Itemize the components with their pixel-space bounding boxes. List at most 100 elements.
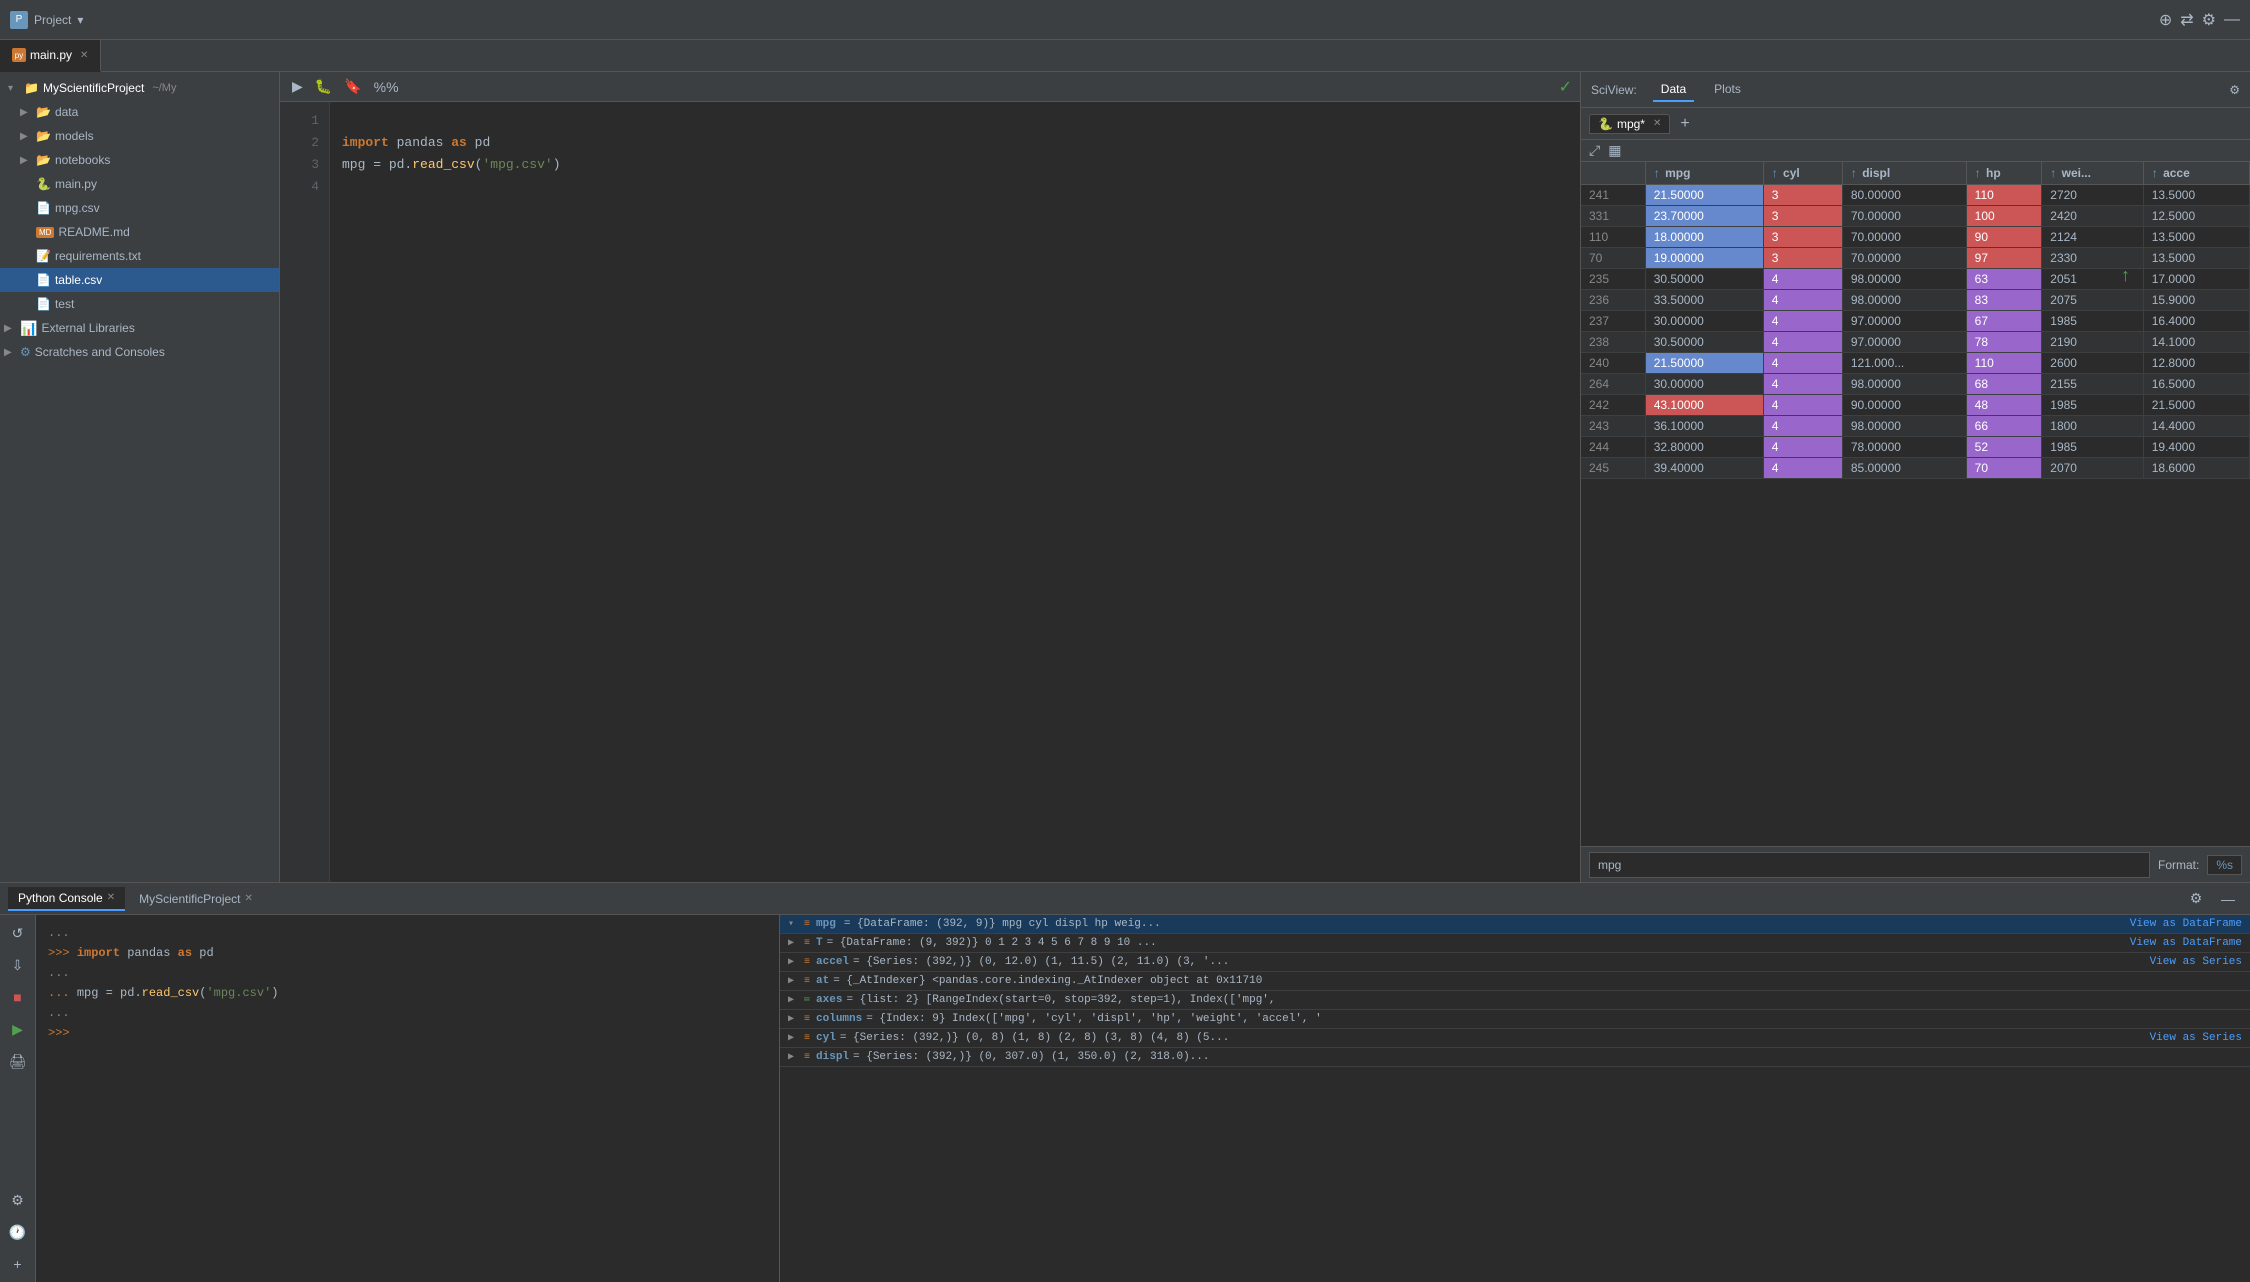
bottom-tab-console[interactable]: Python Console ✕	[8, 887, 125, 911]
code-editor[interactable]: 1 2 3 4 import pandas as pd mpg = pd.rea…	[280, 102, 1580, 882]
table-row-index: 244	[1581, 437, 1645, 458]
accel-chevron[interactable]: ▶	[788, 956, 800, 968]
table-row[interactable]: 237 30.00000 4 97.00000 67 1985 16.4000	[1581, 311, 2250, 332]
at-chevron[interactable]: ▶	[788, 975, 800, 987]
table-row[interactable]: 236 33.50000 4 98.00000 83 2075 15.9000	[1581, 290, 2250, 311]
mpg-chevron[interactable]: ▾	[788, 918, 800, 930]
table-row[interactable]: 243 36.10000 4 98.00000 66 1800 14.4000	[1581, 416, 2250, 437]
table-row[interactable]: 238 30.50000 4 97.00000 78 2190 14.1000	[1581, 332, 2250, 353]
col-header-cyl[interactable]: ↑ cyl	[1763, 162, 1842, 185]
debug-button[interactable]: 🐛	[311, 76, 336, 97]
table-row[interactable]: 235 30.50000 4 98.00000 63 2051 17.0000	[1581, 269, 2250, 290]
data-table-container[interactable]: ↑ mpg ↑ cyl ↑ displ ↑ hp ↑ wei... ↑ acce…	[1581, 162, 2250, 846]
var-item-mpg[interactable]: ▾ ≡ mpg = {DataFrame: (392, 9)} mpg cyl …	[780, 915, 2250, 934]
code-content[interactable]: import pandas as pd mpg = pd.read_csv('m…	[330, 102, 1580, 882]
settings-icon[interactable]: ⚙	[2202, 10, 2216, 30]
bottom-tab-project[interactable]: MyScientificProject ✕	[129, 888, 263, 910]
tree-item-test[interactable]: ▶ 📄 test	[0, 292, 279, 316]
tree-item-ext-libs[interactable]: ▶ 📊 External Libraries	[0, 316, 279, 340]
print-btn[interactable]: 🖨	[4, 1047, 32, 1075]
tree-root[interactable]: ▾ 📁 MyScientificProject ~/My	[0, 76, 279, 100]
sciview-tab-close[interactable]: ✕	[1653, 118, 1661, 129]
view-T-dataframe-btn[interactable]: View as DataFrame	[2130, 937, 2242, 949]
var-item-columns[interactable]: ▶ ≡ columns = {Index: 9} Index(['mpg', '…	[780, 1010, 2250, 1029]
main-content: ▾ 📁 MyScientificProject ~/My ▶ 📂 data ▶ …	[0, 72, 2250, 882]
run-btn[interactable]: ▶	[4, 1015, 32, 1043]
tab-close-btn[interactable]: ✕	[80, 50, 88, 61]
sciview-expand-icon[interactable]: ⤢	[1589, 142, 1600, 159]
var-item-T[interactable]: ▶ ≡ T = {DataFrame: (9, 392)} 0 1 2 3 4 …	[780, 934, 2250, 953]
table-row-index: 241	[1581, 185, 1645, 206]
table-row[interactable]: 241 21.50000 3 80.00000 110 2720 13.5000	[1581, 185, 2250, 206]
col-header-weight[interactable]: ↑ wei...	[2042, 162, 2143, 185]
bookmarks-button[interactable]: 🔖	[340, 76, 365, 97]
sciview-nav-plots[interactable]: Plots	[1706, 78, 1749, 102]
tree-item-data[interactable]: ▶ 📂 data	[0, 100, 279, 124]
percent-button[interactable]: %%	[370, 77, 403, 97]
var-item-accel[interactable]: ▶ ≡ accel = {Series: (392,)} (0, 12.0) (…	[780, 953, 2250, 972]
table-row[interactable]: 245 39.40000 4 85.00000 70 2070 18.6000	[1581, 458, 2250, 479]
run-button[interactable]: ▶	[288, 76, 307, 97]
table-row[interactable]: 70 19.00000 3 70.00000 97 2330 13.5000	[1581, 248, 2250, 269]
tree-item-models[interactable]: ▶ 📂 models	[0, 124, 279, 148]
table-row[interactable]: 242 43.10000 4 90.00000 48 1985 21.5000	[1581, 395, 2250, 416]
col-header-displ[interactable]: ↑ displ	[1842, 162, 1966, 185]
columns-chevron[interactable]: ▶	[788, 1013, 800, 1025]
cyl-chevron[interactable]: ▶	[788, 1032, 800, 1044]
view-accel-series-btn[interactable]: View as Series	[2150, 956, 2242, 968]
col-header-hp[interactable]: ↑ hp	[1966, 162, 2042, 185]
project-tab-close[interactable]: ✕	[245, 893, 253, 904]
sciview-gear-icon[interactable]: ⚙	[2229, 83, 2240, 97]
scroll-btn[interactable]: ⇩	[4, 951, 32, 979]
console-tab-close[interactable]: ✕	[107, 892, 115, 903]
add-btn[interactable]: +	[4, 1250, 32, 1278]
table-row[interactable]: 110 18.00000 3 70.00000 90 2124 13.5000	[1581, 227, 2250, 248]
minimize-icon[interactable]: —	[2224, 11, 2240, 29]
sciview-grid-icon[interactable]: ▦	[1608, 142, 1621, 159]
table-row-mpg: 32.80000	[1645, 437, 1763, 458]
stop-btn[interactable]: ■	[4, 983, 32, 1011]
col-header-accel[interactable]: ↑ acce	[2143, 162, 2249, 185]
table-row[interactable]: 264 30.00000 4 98.00000 68 2155 16.5000	[1581, 374, 2250, 395]
var-item-cyl[interactable]: ▶ ≡ cyl = {Series: (392,)} (0, 8) (1, 8)…	[780, 1029, 2250, 1048]
gear-btn[interactable]: ⚙	[4, 1186, 32, 1214]
format-value[interactable]: %s	[2207, 855, 2242, 875]
settings-btn[interactable]: ⚙	[2182, 885, 2210, 913]
add-file-icon[interactable]: ⊕	[2159, 10, 2172, 30]
col-header-mpg[interactable]: ↑ mpg	[1645, 162, 1763, 185]
T-chevron[interactable]: ▶	[788, 937, 800, 949]
sciview-header: SciView: Data Plots ⚙	[1581, 72, 2250, 108]
sciview-tab-mpg[interactable]: 🐍 mpg* ✕	[1589, 114, 1670, 134]
table-row[interactable]: 331 23.70000 3 70.00000 100 2420 12.5000	[1581, 206, 2250, 227]
restart-btn[interactable]: ↺	[4, 919, 32, 947]
project-dropdown[interactable]: ▾	[77, 13, 83, 27]
project-menu[interactable]: P Project ▾	[10, 11, 83, 29]
sciview-nav-data[interactable]: Data	[1653, 78, 1694, 102]
sciview-add-tab-btn[interactable]: +	[1680, 115, 1689, 133]
table-row[interactable]: 240 21.50000 4 121.000... 110 2600 12.80…	[1581, 353, 2250, 374]
table-row-accel: 12.8000	[2143, 353, 2249, 374]
table-row[interactable]: 244 32.80000 4 78.00000 52 1985 19.4000	[1581, 437, 2250, 458]
filter-input[interactable]	[1589, 852, 2150, 878]
tree-item-requirements[interactable]: ▶ 📝 requirements.txt	[0, 244, 279, 268]
view-mpg-dataframe-btn[interactable]: View as DataFrame	[2130, 918, 2242, 930]
var-item-axes[interactable]: ▶ ≔ axes = {list: 2} [RangeIndex(start=0…	[780, 991, 2250, 1010]
tree-item-main-py[interactable]: ▶ 🐍 main.py	[0, 172, 279, 196]
tree-item-readme[interactable]: ▶ MD README.md	[0, 220, 279, 244]
tree-item-scratches[interactable]: ▶ ⚙ Scratches and Consoles	[0, 340, 279, 364]
tree-item-notebooks[interactable]: ▶ 📂 notebooks	[0, 148, 279, 172]
tree-item-table-csv[interactable]: ▶ 📄 table.csv	[0, 268, 279, 292]
var-item-at[interactable]: ▶ ≡ at = {_AtIndexer} <pandas.core.index…	[780, 972, 2250, 991]
tree-item-mpg-csv[interactable]: ▶ 📄 mpg.csv	[0, 196, 279, 220]
var-item-displ[interactable]: ▶ ≡ displ = {Series: (392,)} (0, 307.0) …	[780, 1048, 2250, 1067]
table-row-index: 237	[1581, 311, 1645, 332]
view-cyl-series-btn[interactable]: View as Series	[2150, 1032, 2242, 1044]
sync-icon[interactable]: ⇄	[2180, 10, 2193, 30]
console-output[interactable]: ... >>> import pandas as pd ... ... mpg …	[36, 915, 779, 1282]
history-btn[interactable]: 🕐	[4, 1218, 32, 1246]
axes-chevron[interactable]: ▶	[788, 994, 800, 1006]
minimize-btn[interactable]: —	[2214, 885, 2242, 913]
table-row-displ: 98.00000	[1842, 290, 1966, 311]
editor-tab-main-py[interactable]: py main.py ✕	[0, 40, 101, 72]
displ-chevron[interactable]: ▶	[788, 1051, 800, 1063]
